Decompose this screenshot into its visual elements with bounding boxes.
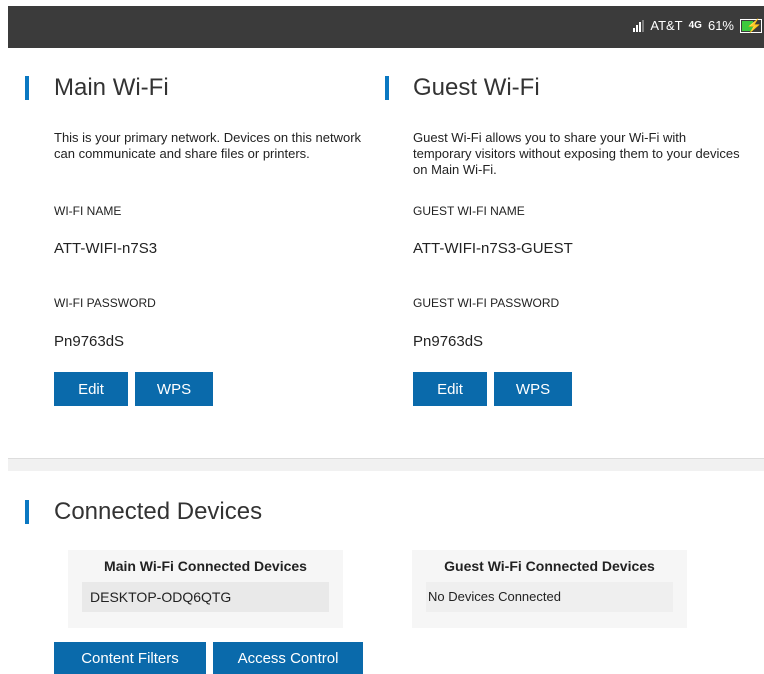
guest-wifi-password-value: Pn9763dS	[413, 333, 484, 350]
main-wifi-password-value: Pn9763dS	[54, 333, 125, 350]
signal-icon	[633, 19, 645, 32]
no-devices-text: No Devices Connected	[426, 582, 673, 612]
access-control-button[interactable]: Access Control	[213, 642, 363, 674]
main-connected-devices-heading: Main Wi-Fi Connected Devices	[104, 558, 307, 574]
device-list-item: DESKTOP-ODQ6QTG	[82, 582, 329, 612]
section-accent	[385, 76, 389, 100]
charging-icon: ⚡	[746, 17, 763, 33]
main-connected-devices-card: Main Wi-Fi Connected Devices DESKTOP-ODQ…	[68, 550, 343, 628]
guest-wifi-name-value: ATT-WIFI-n7S3-GUEST	[413, 240, 573, 257]
main-wifi-edit-button[interactable]: Edit	[54, 372, 128, 406]
main-wifi-wps-button[interactable]: WPS	[135, 372, 213, 406]
main-wifi-description: This is your primary network. Devices on…	[54, 130, 362, 161]
content-filters-button[interactable]: Content Filters	[54, 642, 206, 674]
guest-wifi-title: Guest Wi-Fi	[413, 74, 540, 101]
main-wifi-name-label: WI-FI NAME	[54, 204, 122, 218]
guest-wifi-wps-button[interactable]: WPS	[494, 372, 572, 406]
main-wifi-password-label: WI-FI PASSWORD	[54, 296, 156, 310]
section-divider	[8, 458, 764, 471]
guest-wifi-name-label: GUEST WI-FI NAME	[413, 204, 525, 218]
section-accent	[25, 76, 29, 100]
guest-connected-devices-heading: Guest Wi-Fi Connected Devices	[444, 558, 655, 574]
guest-wifi-edit-button[interactable]: Edit	[413, 372, 487, 406]
status-bar: AT&T 4G 61% ⚡	[8, 6, 764, 48]
guest-wifi-description: Guest Wi-Fi allows you to share your Wi-…	[413, 130, 740, 177]
main-wifi-title: Main Wi-Fi	[54, 74, 169, 101]
battery-percent: 61%	[707, 18, 734, 33]
battery-icon: ⚡	[740, 17, 763, 33]
network-type-icon: 4G	[688, 20, 702, 31]
guest-connected-devices-card: Guest Wi-Fi Connected Devices No Devices…	[412, 550, 687, 628]
section-accent	[25, 500, 29, 524]
guest-wifi-password-label: GUEST WI-FI PASSWORD	[413, 296, 560, 310]
main-wifi-name-value: ATT-WIFI-n7S3	[54, 240, 158, 257]
carrier-label: AT&T	[650, 18, 683, 33]
status-indicators: AT&T 4G 61% ⚡	[633, 18, 762, 33]
connected-devices-title: Connected Devices	[54, 498, 263, 525]
